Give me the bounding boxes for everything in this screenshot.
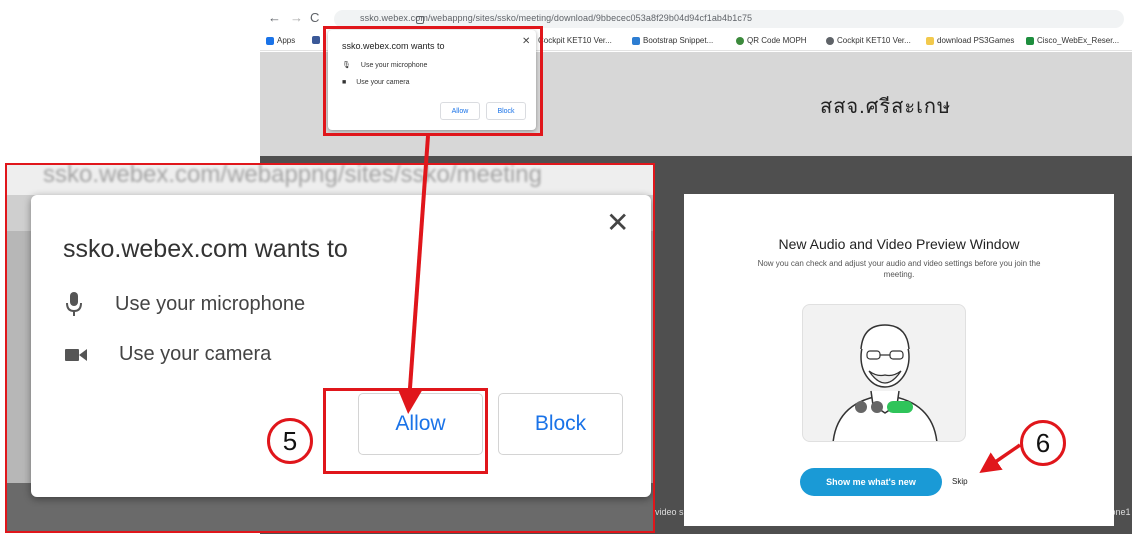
arrow-to-skip [979,443,1021,473]
arrow-to-allow [397,135,430,414]
annotation-arrows [397,135,1021,473]
